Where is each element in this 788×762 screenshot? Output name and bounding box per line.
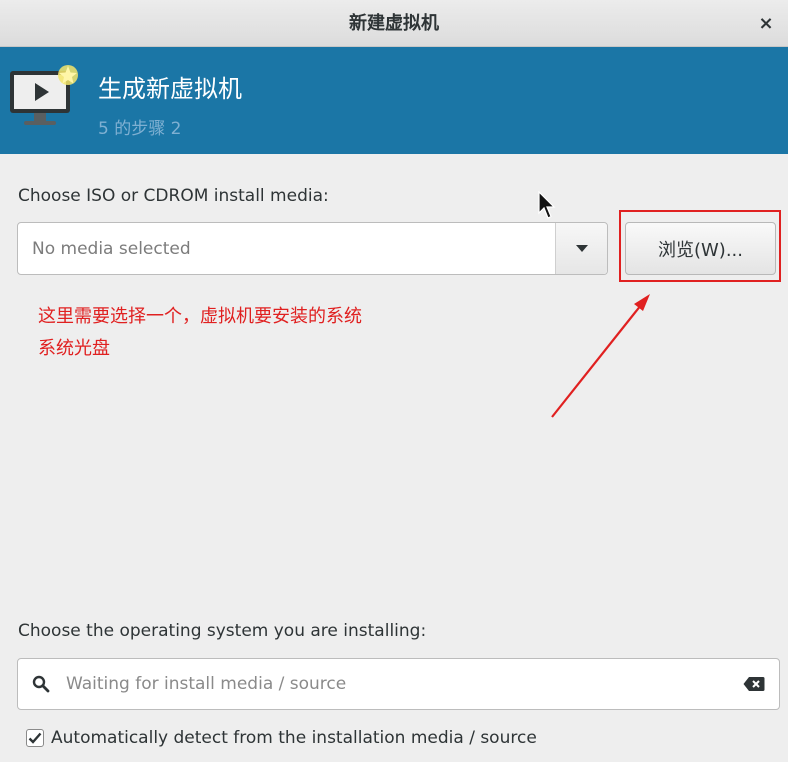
auto-detect-label: Automatically detect from the installati… (51, 728, 537, 748)
wizard-header: 生成新虚拟机 5 的步骤 2 (0, 47, 788, 154)
media-label: Choose ISO or CDROM install media: (18, 186, 329, 206)
close-button[interactable]: × (752, 9, 780, 37)
annotation-text: 这里需要选择一个，虚拟机要安装的系统 系统光盘 (38, 301, 508, 365)
mouse-cursor-icon (538, 191, 556, 219)
checkmark-icon (28, 732, 42, 744)
backspace-clear-icon (743, 677, 765, 691)
annotation-highlight-box (619, 210, 781, 282)
os-label: Choose the operating system you are inst… (18, 621, 427, 641)
chevron-down-icon (575, 244, 588, 252)
auto-detect-row[interactable]: Automatically detect from the installati… (26, 728, 537, 748)
os-search-input[interactable] (58, 674, 741, 694)
media-dropdown-button[interactable] (555, 223, 607, 274)
os-search-field[interactable] (17, 658, 780, 710)
wizard-title: 生成新虚拟机 (98, 75, 242, 103)
media-input[interactable] (18, 223, 555, 274)
annotation-line-2: 系统光盘 (38, 338, 110, 359)
window-title: 新建虚拟机 (349, 13, 439, 34)
window-titlebar: 新建虚拟机 × (0, 0, 788, 47)
media-combobox[interactable] (17, 222, 608, 275)
vm-monitor-new-icon (10, 65, 78, 125)
annotation-line-1: 这里需要选择一个，虚拟机要安装的系统 (38, 306, 362, 327)
wizard-step: 5 的步骤 2 (98, 119, 182, 139)
clear-search-button[interactable] (741, 674, 767, 694)
auto-detect-checkbox[interactable] (26, 729, 44, 747)
search-icon (32, 675, 50, 693)
